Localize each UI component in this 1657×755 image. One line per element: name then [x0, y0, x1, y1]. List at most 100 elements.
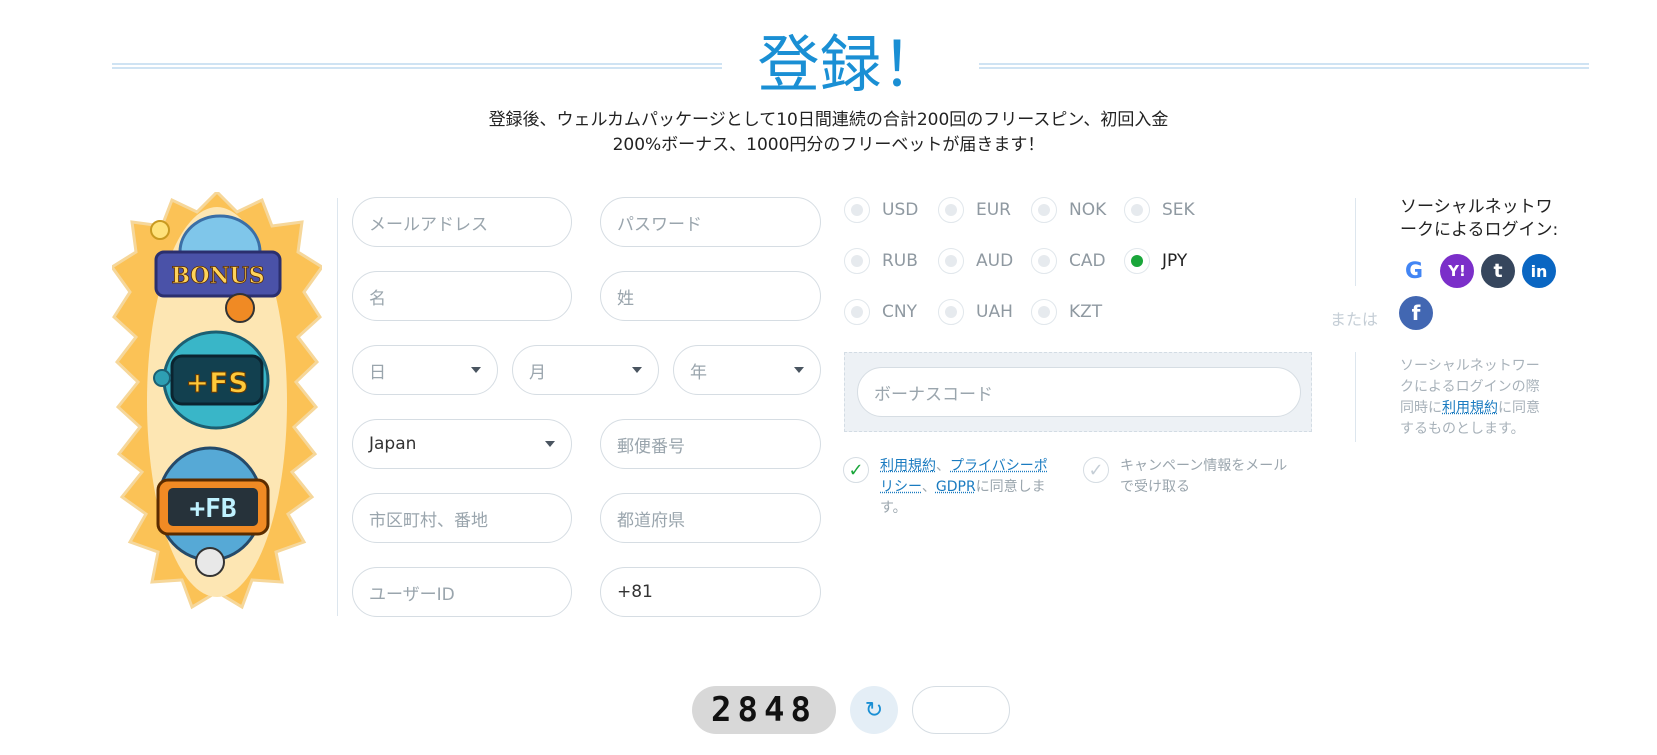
currency-radio-kzt[interactable]: KZT: [1031, 297, 1102, 327]
linkedin-icon[interactable]: in: [1522, 254, 1556, 288]
chevron-down-icon: [794, 367, 804, 373]
fs-label: +FS: [186, 366, 249, 399]
radio-circle: [844, 299, 870, 325]
phone-code-field[interactable]: +81: [600, 567, 821, 617]
password-placeholder: パスワード: [617, 214, 702, 235]
google-glyph: G: [1404, 258, 1424, 284]
day-placeholder: 日: [369, 362, 386, 383]
social-login-note: ソーシャルネットワー クによるログインの際 同時に利用規約に同意 するものとしま…: [1400, 356, 1560, 440]
currency-label: SEK: [1162, 200, 1195, 220]
currency-label: JPY: [1162, 251, 1188, 271]
currency-radio-nok[interactable]: NOK: [1031, 195, 1106, 225]
year-placeholder: 年: [690, 362, 707, 383]
subtitle-line-1: 登録後、ウェルカムパッケージとして10日間連続の合計200回のフリースピン、初回…: [488, 110, 1169, 130]
social-note-line-2: クによるログインの際: [1400, 379, 1540, 395]
first-name-field[interactable]: 名: [352, 271, 572, 321]
terms-sep-1: 、: [936, 458, 950, 474]
promo-subtitle: 登録後、ウェルカムパッケージとして10日間連続の合計200回のフリースピン、初回…: [400, 108, 1257, 158]
prefecture-field[interactable]: 都道府県: [600, 493, 821, 543]
privacy-link-b[interactable]: リシー: [880, 479, 922, 495]
birth-day-select[interactable]: 日: [352, 345, 498, 395]
postal-code-field[interactable]: 郵便番号: [600, 419, 821, 469]
currency-radio-rub[interactable]: RUB: [844, 246, 918, 276]
facebook-glyph: f: [1411, 301, 1421, 325]
user-id-field[interactable]: ユーザーID: [352, 567, 572, 617]
prefecture-placeholder: 都道府県: [617, 510, 685, 531]
currency-radio-cny[interactable]: CNY: [844, 297, 917, 327]
social-title-line-1: ソーシャルネットワ: [1400, 197, 1553, 217]
currency-label: KZT: [1069, 302, 1103, 322]
bonus-code-placeholder: ボーナスコード: [874, 384, 993, 405]
fb-label: +FB: [190, 494, 237, 524]
currency-label: RUB: [882, 251, 918, 271]
bonus-label: BONUS: [171, 263, 264, 289]
birth-month-select[interactable]: 月: [512, 345, 659, 395]
social-title-line-2: ークによるログイン:: [1400, 220, 1559, 240]
social-note-post: に同意: [1498, 400, 1540, 416]
social-terms-link[interactable]: 利用規約: [1442, 400, 1498, 416]
campaign-text: キャンペーン情報をメール で受け取る: [1120, 456, 1310, 498]
country-select[interactable]: Japan: [352, 419, 572, 469]
terms-link[interactable]: 利用規約: [880, 458, 936, 474]
or-label: または: [1330, 310, 1379, 329]
privacy-link-a[interactable]: プライバシーポ: [950, 458, 1048, 474]
social-login-title: ソーシャルネットワ ークによるログイン:: [1400, 196, 1565, 242]
radio-circle: [938, 197, 964, 223]
checkmark-icon: ✓: [1088, 459, 1104, 481]
facebook-icon[interactable]: f: [1399, 296, 1433, 330]
bonus-code-field[interactable]: ボーナスコード: [857, 367, 1301, 417]
currency-label: CAD: [1069, 251, 1106, 271]
terms-suffix-b: す。: [880, 500, 907, 516]
social-note-line-4: するものとします。: [1400, 421, 1525, 437]
form-divider: [337, 198, 338, 616]
radio-circle: [1031, 299, 1057, 325]
currency-radio-usd[interactable]: USD: [844, 195, 918, 225]
chevron-down-icon: [545, 441, 555, 447]
yahoo-glyph: Y!: [1448, 262, 1466, 280]
currency-radio-uah[interactable]: UAH: [938, 297, 1013, 327]
birth-year-select[interactable]: 年: [673, 345, 821, 395]
month-placeholder: 月: [529, 362, 546, 383]
tumblr-icon[interactable]: t: [1481, 254, 1515, 288]
user-id-placeholder: ユーザーID: [369, 584, 455, 605]
first-name-placeholder: 名: [369, 288, 386, 309]
currency-radio-eur[interactable]: EUR: [938, 195, 1011, 225]
terms-suffix-a: に同意しま: [975, 479, 1046, 495]
title-decor-right: [979, 63, 1589, 69]
currency-label: UAH: [976, 302, 1013, 322]
google-icon[interactable]: G: [1397, 254, 1431, 288]
city-address-field[interactable]: 市区町村、番地: [352, 493, 572, 543]
yahoo-icon[interactable]: Y!: [1440, 254, 1474, 288]
social-divider-bottom: [1355, 352, 1356, 442]
last-name-field[interactable]: 姓: [600, 271, 821, 321]
campaign-line-2: で受け取る: [1120, 479, 1190, 495]
currency-label: USD: [882, 200, 919, 220]
campaign-checkbox[interactable]: ✓: [1083, 457, 1109, 483]
password-field[interactable]: パスワード: [600, 197, 821, 247]
currency-radio-jpy[interactable]: JPY: [1124, 246, 1187, 276]
refresh-icon[interactable]: ↻: [850, 686, 898, 734]
subtitle-line-2: 200%ボーナス、1000円分のフリーベットが届きます！: [612, 135, 1045, 155]
campaign-line-1: キャンペーン情報をメール: [1120, 458, 1288, 474]
social-note-line-3: 同時に利用規約に同意: [1400, 398, 1560, 419]
terms-checkbox[interactable]: ✓: [843, 457, 869, 483]
captcha-input[interactable]: [912, 686, 1010, 734]
currency-label: NOK: [1069, 200, 1107, 220]
last-name-placeholder: 姓: [617, 288, 634, 309]
gdpr-link[interactable]: GDPR: [936, 479, 976, 495]
checkmark-icon: ✓: [848, 459, 864, 481]
terms-sep-2: 、: [921, 479, 936, 495]
postal-placeholder: 郵便番号: [617, 436, 685, 457]
chevron-down-icon: [632, 367, 642, 373]
currency-radio-aud[interactable]: AUD: [938, 246, 1013, 276]
currency-radio-cad[interactable]: CAD: [1031, 246, 1106, 276]
currency-radio-sek[interactable]: SEK: [1124, 195, 1195, 225]
radio-circle: [844, 248, 870, 274]
email-field[interactable]: メールアドレス: [352, 197, 572, 247]
radio-circle: [1031, 197, 1057, 223]
tumblr-glyph: t: [1493, 260, 1503, 282]
chevron-down-icon: [471, 367, 481, 373]
currency-label: CNY: [882, 302, 917, 322]
captcha-code: 2848: [711, 690, 817, 730]
radio-circle-selected: [1124, 248, 1150, 274]
